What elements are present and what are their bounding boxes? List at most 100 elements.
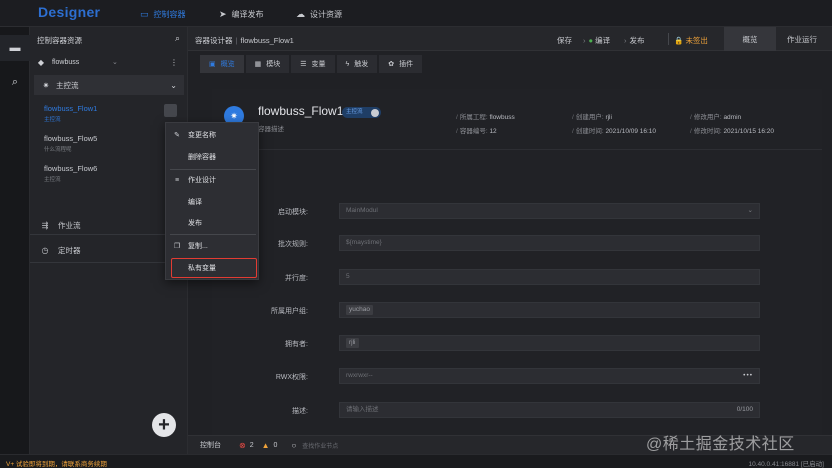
meta-creator: / 创建用户: rjli: [572, 114, 612, 121]
context-menu: ✎ 变更名称 删除容器 ≡ 作业设计 编译 发布 ❐ 复制... 私有变量: [165, 122, 259, 280]
divider: [668, 33, 669, 45]
divider: [170, 169, 256, 170]
sub-tabs: ▣ 概览 ▦ 模块 ☰ 变量 ϟ 触发 ✿ 插件: [200, 55, 424, 73]
node-search-input[interactable]: 查找作业节点: [302, 441, 338, 450]
nav-compile-publish[interactable]: ➤ 编译发布: [219, 9, 264, 20]
nav-control-container[interactable]: ▭ 控制容器: [140, 9, 186, 20]
tab-module[interactable]: ▦ 模块: [245, 55, 290, 73]
menu-item-compile[interactable]: 编译: [166, 193, 260, 211]
more-icon[interactable]: •••: [743, 369, 753, 383]
error-icon: ⊗: [239, 440, 246, 450]
batch-rule-input[interactable]: ${maystime}: [339, 235, 760, 251]
arrow-right-icon: ›: [624, 36, 627, 45]
rwx-input[interactable]: rwxrwxr-- •••: [339, 368, 760, 384]
plugin-icon: ✿: [388, 61, 395, 68]
app-logo: Designer: [38, 4, 101, 20]
flow-item[interactable]: flowbuss_Flow1 主控流: [44, 104, 180, 123]
sidebar-title: 控制容器资源: [37, 36, 82, 45]
form-row-user-group: 所属用户组: yuchao: [212, 302, 822, 318]
error-count[interactable]: 2: [250, 442, 254, 449]
save-button[interactable]: 保存: [557, 35, 572, 46]
tab-overview[interactable]: ▣ 概览: [200, 55, 244, 73]
cloud-icon: ☁: [296, 9, 305, 19]
server-status: 10.40.0.41:16881 [已启动]: [748, 461, 824, 468]
breadcrumb: 容器设计器 | flowbuss_Flow1: [195, 36, 294, 45]
meta-modify-time: / 修改时间: 2021/10/15 16:20: [690, 128, 775, 135]
status-badge[interactable]: 主控流: [342, 107, 381, 118]
license-warning: V+ 试验即将到期，请联系商务续期: [6, 461, 107, 468]
arrow-right-icon: ›: [583, 36, 586, 45]
chevron-down-icon: ⌄: [170, 80, 177, 90]
grid-icon: ▦: [254, 61, 262, 68]
menu-item-rename[interactable]: ✎ 变更名称: [166, 126, 260, 144]
overview-icon: ▣: [209, 61, 216, 68]
sidebar-item-timer[interactable]: ◷ 定时器: [40, 245, 81, 256]
divider: [170, 234, 256, 235]
menu-item-job-design[interactable]: ≡ 作业设计: [166, 171, 260, 189]
clock-icon: ◷: [41, 246, 49, 255]
search-icon[interactable]: ⌕: [0, 69, 30, 95]
console-tab[interactable]: 控制台: [200, 440, 221, 450]
main-panel: 容器设计器 | flowbuss_Flow1 保存 › ● 编译 › 发布 🔒 未签出 …: [188, 27, 832, 454]
edit-icon: ✎: [174, 132, 180, 139]
project-selector[interactable]: ◆ flowbuss ⌄ ⋮: [34, 54, 184, 70]
flow-item[interactable]: flowbuss_Flow6 主控流: [44, 164, 180, 183]
divider: [212, 149, 822, 150]
cube-icon: ◆: [37, 57, 45, 67]
menu-item-copy[interactable]: ❐ 复制...: [166, 237, 260, 255]
copy-icon: ❐: [173, 243, 181, 250]
watermark: @稀土掘金技术社区: [646, 436, 795, 453]
jobflow-icon: ⇶: [41, 221, 49, 230]
status-bar: V+ 试验即将到期，请联系商务续期 10.40.0.41:16881 [已启动]: [0, 454, 832, 468]
flow-checkbox[interactable]: [164, 104, 177, 117]
nav-design-resource[interactable]: ☁ 设计资源: [296, 9, 342, 20]
menu-item-delete[interactable]: 删除容器: [166, 148, 260, 166]
flow-item[interactable]: flowbuss_Flow5 什么流程呢: [44, 134, 180, 153]
gear-icon: ✷: [42, 80, 50, 90]
form-row-parallelism: 并行度: 5: [212, 269, 822, 285]
sidebar-item-jobflow[interactable]: ⇶ 作业流: [40, 220, 81, 231]
folder-icon[interactable]: ▬: [0, 35, 30, 61]
owner-input[interactable]: rjli: [339, 335, 760, 351]
chevron-down-icon: ⌄: [747, 207, 753, 214]
container-description: 容器描述: [258, 126, 284, 133]
sliders-icon: ☰: [300, 61, 307, 68]
publish-button[interactable]: › 发布: [624, 35, 645, 46]
bolt-icon: ϟ: [345, 60, 350, 68]
tab-variable[interactable]: ☰ 变量: [291, 55, 335, 73]
section-main-flow[interactable]: ✷ 主控流 ⌄: [34, 75, 184, 95]
meta-code: / 容器编号: 12: [456, 128, 497, 135]
start-module-select[interactable]: MainModul ⌄: [339, 203, 760, 219]
warning-icon: ▲: [261, 440, 270, 450]
parallelism-input[interactable]: 5: [339, 269, 760, 285]
top-bar: Designer ▭ 控制容器 ➤ 编译发布 ☁ 设计资源: [0, 0, 832, 27]
compile-button[interactable]: › ● 编译: [583, 35, 610, 46]
container-title: flowbuss_Flow1: [258, 104, 344, 118]
form-row-batch-rule: 批次规则: ${maystime}: [212, 235, 822, 251]
user-group-input[interactable]: yuchao: [339, 302, 760, 318]
search-icon: ○: [291, 440, 297, 450]
send-icon: ➤: [219, 9, 227, 19]
checkout-status[interactable]: 🔒 未签出: [674, 35, 708, 46]
menu-item-publish[interactable]: 发布: [166, 214, 260, 232]
toggle-knob: [370, 108, 379, 117]
meta-modifier: / 修改用户: admin: [690, 114, 742, 121]
more-vertical-icon[interactable]: ⋮: [170, 58, 178, 67]
form-row-description: 描述: 请输入描述 0/100: [212, 402, 822, 418]
tab-overview[interactable]: 概览: [724, 27, 776, 51]
tab-trigger[interactable]: ϟ 触发: [336, 55, 378, 73]
description-input[interactable]: 请输入描述 0/100: [339, 402, 760, 418]
form-row-owner: 拥有者: rjli: [212, 335, 822, 351]
tab-plugin[interactable]: ✿ 插件: [379, 55, 423, 73]
form-row-rwx: RWX权限: rwxrwxr-- •••: [212, 368, 822, 384]
search-icon[interactable]: ⌕: [175, 33, 180, 44]
icon-rail: ▬ ⌕: [0, 27, 30, 454]
tab-job-runtime[interactable]: 作业运行: [776, 27, 828, 51]
monitor-icon: ▭: [140, 9, 149, 19]
toolbar: 容器设计器 | flowbuss_Flow1 保存 › ● 编译 › 发布 🔒 未签出 …: [188, 27, 832, 51]
chevron-down-icon: ⌄: [112, 59, 118, 66]
warning-count[interactable]: 0: [274, 442, 278, 449]
add-button[interactable]: +: [152, 413, 176, 437]
design-icon: ≡: [174, 176, 180, 184]
meta-create-time: / 创建时间: 2021/10/09 16:10: [572, 128, 657, 135]
